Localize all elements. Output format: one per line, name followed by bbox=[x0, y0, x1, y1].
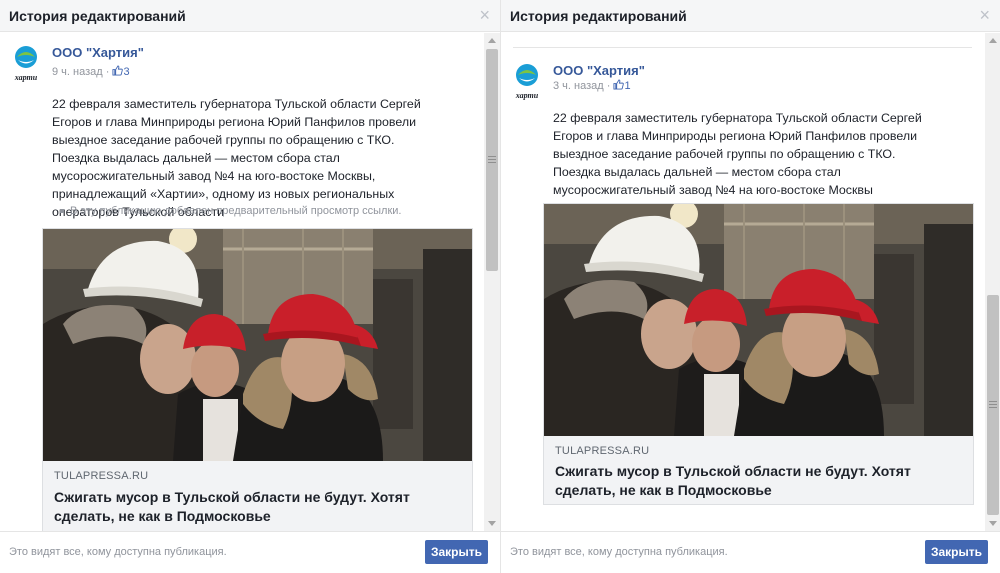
logo-text: харти bbox=[515, 91, 539, 100]
scroll-down-arrow[interactable] bbox=[989, 521, 997, 526]
like-icon bbox=[112, 65, 124, 76]
scroll-up-arrow[interactable] bbox=[488, 38, 496, 43]
grip-line bbox=[989, 407, 997, 408]
company-logo[interactable]: харти bbox=[512, 61, 542, 101]
visibility-text: Это видят все, кому доступна публикация. bbox=[9, 546, 227, 558]
company-logo[interactable]: харти bbox=[11, 43, 41, 83]
link-title[interactable]: Сжигать мусор в Тульской области не буду… bbox=[54, 488, 454, 526]
history-scroll-area[interactable]: харти ООО "Хартия" 9 ч. назад · 3 22 фев… bbox=[0, 33, 500, 531]
divider bbox=[513, 47, 972, 48]
link-preview-image[interactable] bbox=[43, 229, 472, 461]
link-title[interactable]: Сжигать мусор в Тульской области не буду… bbox=[555, 462, 955, 500]
post-meta: 9 ч. назад · 3 bbox=[52, 65, 130, 78]
scrollbar-thumb[interactable] bbox=[987, 295, 999, 515]
like-count: 3 bbox=[123, 66, 130, 78]
edit-history-dialog-right: История редактирований × харти ООО "Харт… bbox=[500, 0, 1000, 573]
close-icon[interactable]: × bbox=[979, 6, 990, 24]
post-time[interactable]: 9 ч. назад bbox=[52, 66, 103, 78]
logo-text: харти bbox=[14, 73, 38, 82]
post-text: 22 февраля заместитель губернатора Тульс… bbox=[553, 111, 922, 197]
close-button[interactable]: Закрыть bbox=[925, 540, 988, 564]
visibility-text: Это видят все, кому доступна публикация. bbox=[510, 546, 728, 558]
page-name-link[interactable]: ООО "Хартия" bbox=[553, 63, 645, 78]
like-counter[interactable]: 1 bbox=[613, 79, 631, 92]
dialog-title: История редактирований bbox=[9, 8, 186, 24]
link-domain: TULAPRESSA.RU bbox=[555, 445, 650, 457]
link-preview-image[interactable] bbox=[544, 204, 973, 436]
close-icon[interactable]: × bbox=[479, 6, 490, 24]
dialog-footer: Это видят все, кому доступна публикация.… bbox=[501, 531, 1000, 573]
dialog-footer: Это видят все, кому доступна публикация.… bbox=[0, 531, 500, 573]
preview-note-text: В эту публикацию добавлен предварительны… bbox=[70, 205, 402, 217]
meta-separator: · bbox=[606, 80, 611, 92]
grip-line bbox=[488, 159, 496, 160]
like-counter[interactable]: 3 bbox=[112, 65, 130, 78]
scrollbar[interactable] bbox=[484, 33, 500, 531]
post-meta: 3 ч. назад · 1 bbox=[553, 79, 631, 92]
preview-note: В эту публикацию добавлен предварительны… bbox=[60, 205, 401, 217]
dialog-header: История редактирований × bbox=[501, 0, 1000, 32]
scroll-down-arrow[interactable] bbox=[488, 521, 496, 526]
scrollbar[interactable] bbox=[985, 33, 1000, 531]
edit-history-dialog-left: История редактирований × харти ООО "Харт… bbox=[0, 0, 500, 573]
history-scroll-area[interactable]: харти ООО "Хартия" 3 ч. назад · 1 22 фев… bbox=[501, 33, 1000, 531]
grip-line bbox=[488, 156, 496, 157]
grip-line bbox=[989, 404, 997, 405]
meta-separator: · bbox=[105, 66, 110, 78]
bullet-icon bbox=[60, 209, 64, 214]
dialog-title: История редактирований bbox=[510, 8, 687, 24]
link-preview-card[interactable]: TULAPRESSA.RU Сжигать мусор в Тульской о… bbox=[42, 228, 473, 531]
grip-line bbox=[989, 401, 997, 402]
scroll-up-arrow[interactable] bbox=[989, 38, 997, 43]
post-text: 22 февраля заместитель губернатора Тульс… bbox=[52, 97, 421, 219]
page-name-link[interactable]: ООО "Хартия" bbox=[52, 45, 144, 60]
close-button[interactable]: Закрыть bbox=[425, 540, 488, 564]
scrollbar-thumb[interactable] bbox=[486, 49, 498, 271]
link-domain: TULAPRESSA.RU bbox=[54, 470, 149, 482]
like-count: 1 bbox=[624, 80, 631, 92]
post-time[interactable]: 3 ч. назад bbox=[553, 80, 604, 92]
like-icon bbox=[613, 79, 625, 90]
dialog-header: История редактирований × bbox=[0, 0, 500, 32]
link-preview-card[interactable]: TULAPRESSA.RU Сжигать мусор в Тульской о… bbox=[543, 203, 974, 505]
grip-line bbox=[488, 162, 496, 163]
